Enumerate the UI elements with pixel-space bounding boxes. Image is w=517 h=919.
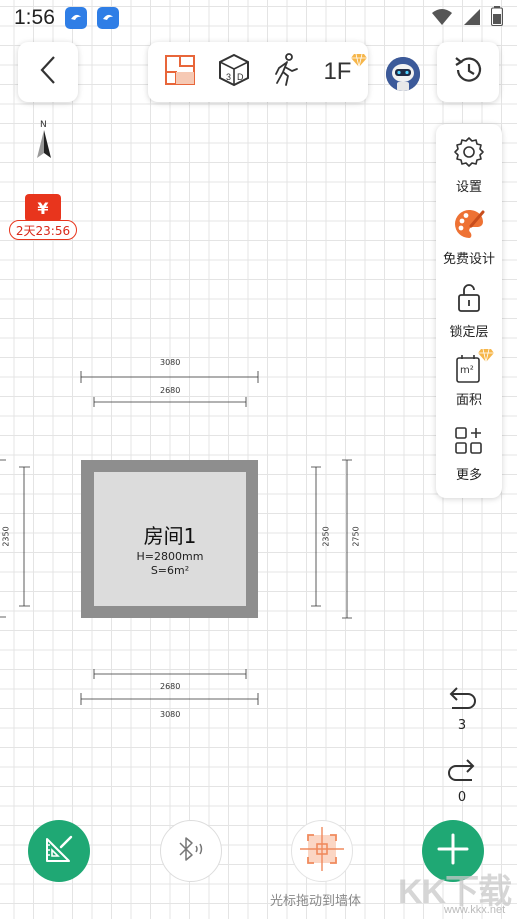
yuan-symbol: ¥ — [37, 198, 49, 218]
settings-button[interactable]: 设置 — [453, 136, 485, 208]
status-time: 1:56 — [14, 6, 55, 29]
side-tool-panel: 设置 免费设计 锁定层 m² 面积 更多 — [436, 124, 502, 498]
gear-icon — [453, 136, 485, 172]
chevron-left-icon — [39, 55, 57, 89]
more-label: 更多 — [455, 467, 482, 483]
walkthrough-view-button[interactable] — [272, 53, 302, 91]
svg-text:3: 3 — [226, 72, 231, 82]
cursor-target-button[interactable] — [291, 820, 353, 882]
palette-icon — [453, 208, 485, 244]
dim-bottom-inner: 2680 — [160, 682, 181, 691]
more-button[interactable]: 更多 — [454, 426, 484, 498]
dim-left: 2350 — [1, 526, 11, 547]
history-icon — [452, 54, 484, 90]
area-label: 面积 — [455, 393, 482, 409]
floor-selector-button[interactable]: 1F — [323, 53, 368, 86]
compass[interactable]: N — [30, 120, 58, 164]
bluetooth-icon — [174, 836, 208, 866]
svg-text:D: D — [237, 72, 244, 82]
coupon-badge[interactable]: ¥ 2天23:56 — [9, 194, 77, 246]
free-design-label: 免费设计 — [442, 252, 495, 268]
area-unit-label: m² — [460, 365, 474, 377]
history-button[interactable] — [437, 42, 499, 102]
undo-icon — [444, 684, 480, 720]
lock-layer-button[interactable]: 锁定层 — [449, 281, 489, 353]
battery-icon — [491, 6, 503, 31]
undo-button[interactable]: 3 — [440, 684, 484, 733]
dim-top-inner: 2680 — [160, 386, 181, 395]
crosshair-cursor-icon — [298, 825, 346, 877]
room-name[interactable]: 房间1 — [94, 520, 246, 549]
free-design-button[interactable]: 免费设计 — [443, 208, 495, 280]
app-notification-icon — [64, 7, 87, 29]
app-notification-icon — [96, 7, 119, 29]
view-mode-bar: 3 D 1F — [148, 42, 368, 102]
coupon-countdown: 2天23:56 — [9, 220, 77, 240]
back-button[interactable] — [18, 42, 78, 102]
diamond-icon — [351, 46, 368, 74]
undo-count: 3 — [457, 718, 467, 733]
watermark: KK下载 www.kkx.net — [388, 860, 517, 918]
floor-label: 1F — [323, 58, 352, 85]
set-square-ruler-icon — [43, 833, 75, 869]
dim-right-outer: 2750 — [351, 526, 361, 547]
avatar[interactable] — [386, 57, 420, 91]
cursor-hint-text: 光标拖动到墙体 — [270, 894, 362, 909]
status-bar: 1:56 — [0, 0, 517, 36]
measure-tool-button[interactable] — [28, 820, 90, 882]
3d-view-button[interactable]: 3 D — [217, 53, 251, 91]
signal-icon — [463, 7, 481, 31]
dim-bottom-outer: 3080 — [160, 710, 181, 719]
redo-button[interactable]: 0 — [440, 756, 484, 805]
wifi-icon — [431, 7, 453, 31]
redo-count: 0 — [457, 790, 467, 805]
room-height: H=2800mm — [136, 550, 204, 563]
dim-top-outer: 3080 — [160, 358, 181, 367]
area-button[interactable]: m² 面积 — [454, 349, 494, 425]
bluetooth-measure-button[interactable] — [160, 820, 222, 882]
watermark-url: www.kkx.net — [444, 904, 506, 916]
lock-layer-label: 锁定层 — [449, 324, 489, 340]
dim-right-inner: 2350 — [321, 526, 331, 547]
diamond-icon — [478, 347, 494, 366]
coupon-tag: ¥ — [25, 194, 61, 222]
grid-plus-icon — [454, 426, 484, 460]
redo-icon — [444, 756, 480, 792]
settings-label: 设置 — [455, 180, 482, 195]
unlock-icon — [455, 281, 483, 317]
floorplan-2d-view-button[interactable] — [164, 54, 196, 90]
floor-plan-canvas[interactable]: 房间1 H=2800mm S=6m² 3080 2680 2680 3080 2… — [0, 340, 420, 740]
room-area: S=6m² — [150, 564, 190, 577]
